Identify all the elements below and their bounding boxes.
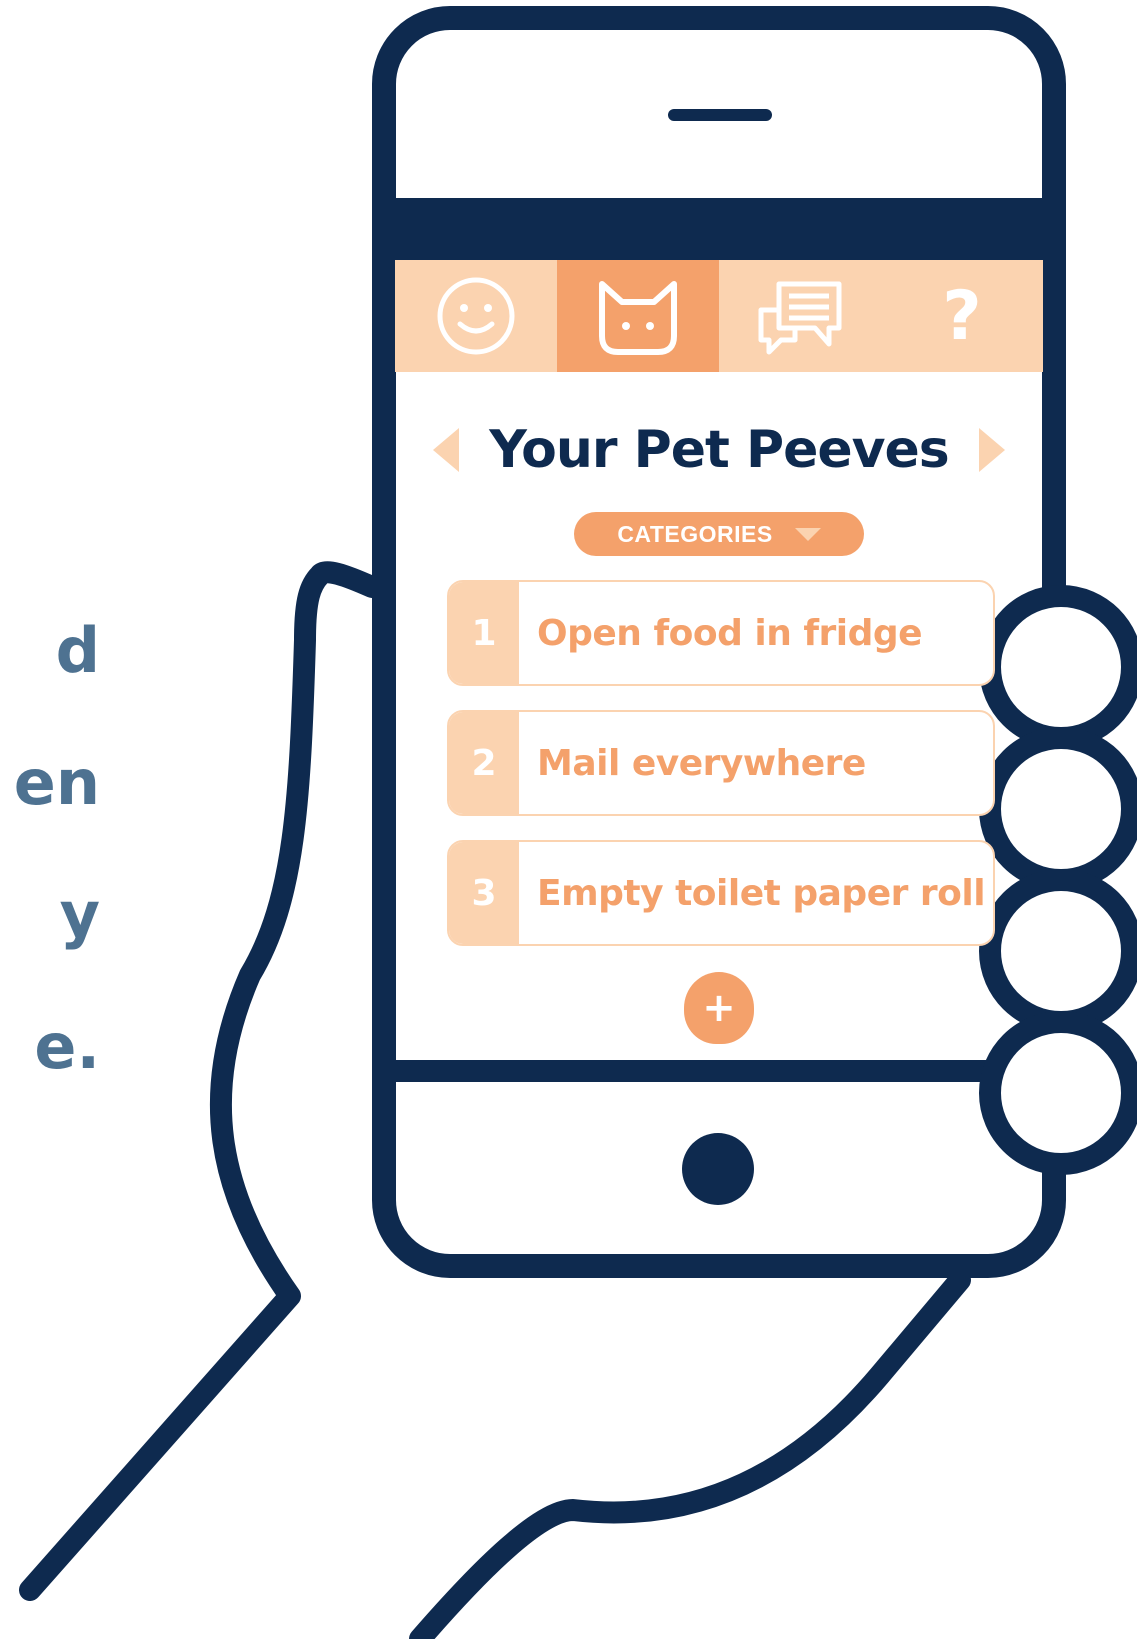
phone-screen: ? Your Pet Peeves CATEGORIES 1 Open food… <box>395 260 1043 1060</box>
item-text: Empty toilet paper roll <box>537 872 986 914</box>
question-icon: ? <box>942 276 982 356</box>
list-item[interactable]: 1 Open food in fridge <box>447 580 995 686</box>
next-arrow-icon[interactable] <box>978 428 1005 472</box>
item-number: 1 <box>449 582 519 684</box>
tab-mood[interactable] <box>395 260 557 372</box>
item-number: 2 <box>449 712 519 814</box>
item-text: Open food in fridge <box>537 612 923 654</box>
categories-wrap: CATEGORIES <box>395 512 1043 556</box>
chevron-down-icon <box>794 527 821 541</box>
list-item[interactable]: 2 Mail everywhere <box>447 710 995 816</box>
item-text: Mail everywhere <box>537 742 866 784</box>
tab-bar: ? <box>395 260 1043 372</box>
home-button <box>682 1133 754 1205</box>
hand-outline-left <box>19 561 383 1601</box>
status-bar <box>395 198 1043 260</box>
list-item[interactable]: 3 Empty toilet paper roll <box>447 840 995 946</box>
title-row: Your Pet Peeves <box>395 410 1043 490</box>
tab-messages[interactable] <box>719 260 881 372</box>
chat-bubbles-icon <box>758 281 842 355</box>
tab-pet-peeves[interactable] <box>557 260 719 372</box>
hand-outline-bottom <box>409 1269 971 1639</box>
prev-arrow-icon[interactable] <box>433 428 460 472</box>
item-number: 3 <box>449 842 519 944</box>
categories-dropdown[interactable]: CATEGORIES <box>574 512 864 556</box>
tab-help[interactable]: ? <box>881 260 1043 372</box>
peeve-list: 1 Open food in fridge 2 Mail everywhere … <box>447 580 995 970</box>
cat-icon <box>599 281 677 355</box>
smiley-icon <box>437 277 515 355</box>
categories-label: CATEGORIES <box>617 520 773 547</box>
page-title: Your Pet Peeves <box>489 420 949 480</box>
add-button[interactable]: + <box>684 972 754 1044</box>
